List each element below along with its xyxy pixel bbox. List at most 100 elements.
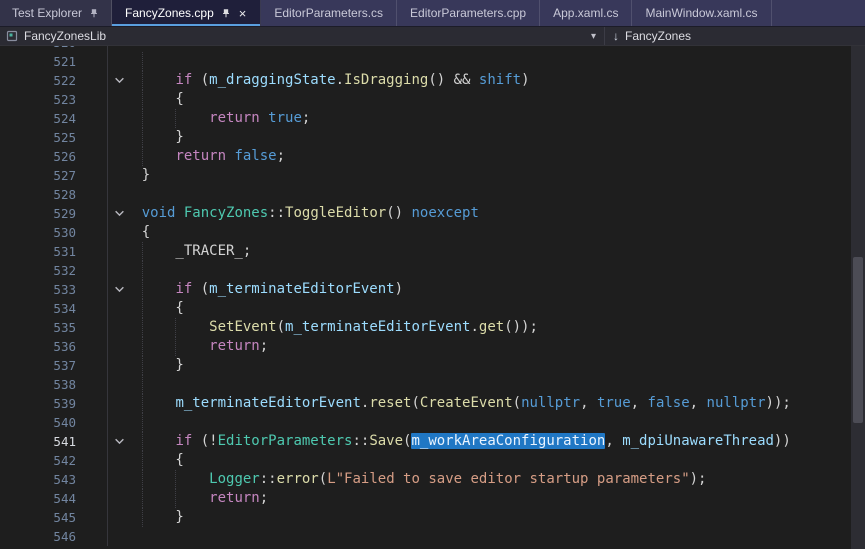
tab-fancyzones-cpp[interactable]: FancyZones.cpp× <box>112 0 261 26</box>
breakpoint-gutter[interactable] <box>76 204 108 223</box>
breakpoint-gutter[interactable] <box>76 356 108 375</box>
code-line-521[interactable]: 521 <box>0 52 865 71</box>
code-text[interactable]: Logger::error(L"Failed to save editor st… <box>108 470 865 489</box>
line-number[interactable]: 521 <box>0 52 76 71</box>
line-number[interactable]: 523 <box>0 90 76 109</box>
code-line-522[interactable]: 522 if (m_draggingState.IsDragging() && … <box>0 71 865 90</box>
code-text[interactable]: void FancyZones::ToggleEditor() noexcept <box>108 204 865 223</box>
breakpoint-gutter[interactable] <box>76 299 108 318</box>
code-text[interactable] <box>108 375 865 394</box>
tab-mainwindow-xaml-cs[interactable]: MainWindow.xaml.cs <box>632 0 771 26</box>
breakpoint-gutter[interactable] <box>76 413 108 432</box>
code-text[interactable]: } <box>108 508 865 527</box>
code-line-527[interactable]: 527 } <box>0 166 865 185</box>
tab-app-xaml-cs[interactable]: App.xaml.cs <box>540 0 632 26</box>
vertical-scrollbar[interactable] <box>851 46 865 549</box>
breakpoint-gutter[interactable] <box>76 508 108 527</box>
code-line-539[interactable]: 539 m_terminateEditorEvent.reset(CreateE… <box>0 394 865 413</box>
code-line-532[interactable]: 532 <box>0 261 865 280</box>
code-text[interactable] <box>108 261 865 280</box>
breakpoint-gutter[interactable] <box>76 451 108 470</box>
code-line-524[interactable]: 524 return true; <box>0 109 865 128</box>
fold-chevron-icon[interactable] <box>114 208 125 219</box>
breakpoint-gutter[interactable] <box>76 90 108 109</box>
code-text[interactable]: SetEvent(m_terminateEditorEvent.get()); <box>108 318 865 337</box>
code-line-533[interactable]: 533 if (m_terminateEditorEvent) <box>0 280 865 299</box>
line-number[interactable]: 530 <box>0 223 76 242</box>
line-number[interactable]: 546 <box>0 527 76 546</box>
line-number[interactable]: 525 <box>0 128 76 147</box>
code-text[interactable]: if (m_draggingState.IsDragging() && shif… <box>108 71 865 90</box>
scrollbar-thumb[interactable] <box>853 257 863 423</box>
code-editor[interactable]: 520521522 if (m_draggingState.IsDragging… <box>0 46 865 549</box>
fold-chevron-icon[interactable] <box>114 436 125 447</box>
breakpoint-gutter[interactable] <box>76 527 108 546</box>
code-text[interactable]: if (!EditorParameters::Save(m_workAreaCo… <box>108 432 865 451</box>
breakpoint-gutter[interactable] <box>76 242 108 261</box>
breakpoint-gutter[interactable] <box>76 432 108 451</box>
code-line-526[interactable]: 526 return false; <box>0 147 865 166</box>
code-line-528[interactable]: 528 <box>0 185 865 204</box>
tab-editorparameters-cs[interactable]: EditorParameters.cs <box>261 0 397 26</box>
code-text[interactable]: } <box>108 128 865 147</box>
close-icon[interactable]: × <box>238 7 248 20</box>
line-number[interactable]: 534 <box>0 299 76 318</box>
breakpoint-gutter[interactable] <box>76 489 108 508</box>
line-number[interactable]: 544 <box>0 489 76 508</box>
code-line-543[interactable]: 543 Logger::error(L"Failed to save edito… <box>0 470 865 489</box>
pin-icon[interactable] <box>221 8 231 19</box>
line-number[interactable]: 540 <box>0 413 76 432</box>
line-number[interactable]: 522 <box>0 71 76 90</box>
code-line-542[interactable]: 542 { <box>0 451 865 470</box>
fold-chevron-icon[interactable] <box>114 284 125 295</box>
line-number[interactable]: 535 <box>0 318 76 337</box>
tab-test-explorer[interactable]: Test Explorer <box>0 0 112 26</box>
pin-icon[interactable] <box>89 8 99 19</box>
code-text[interactable]: return; <box>108 337 865 356</box>
code-line-534[interactable]: 534 { <box>0 299 865 318</box>
breakpoint-gutter[interactable] <box>76 166 108 185</box>
code-line-540[interactable]: 540 <box>0 413 865 432</box>
line-number[interactable]: 539 <box>0 394 76 413</box>
breakpoint-gutter[interactable] <box>76 261 108 280</box>
code-line-536[interactable]: 536 return; <box>0 337 865 356</box>
code-text[interactable] <box>108 413 865 432</box>
code-line-535[interactable]: 535 SetEvent(m_terminateEditorEvent.get(… <box>0 318 865 337</box>
line-number[interactable]: 526 <box>0 147 76 166</box>
code-line-525[interactable]: 525 } <box>0 128 865 147</box>
code-text[interactable] <box>108 52 865 71</box>
breakpoint-gutter[interactable] <box>76 185 108 204</box>
line-number[interactable]: 532 <box>0 261 76 280</box>
code-line-531[interactable]: 531 _TRACER_; <box>0 242 865 261</box>
code-line-546[interactable]: 546 <box>0 527 865 546</box>
code-text[interactable]: { <box>108 299 865 318</box>
code-text[interactable]: return; <box>108 489 865 508</box>
code-text[interactable]: { <box>108 90 865 109</box>
code-line-544[interactable]: 544 return; <box>0 489 865 508</box>
fold-chevron-icon[interactable] <box>114 75 125 86</box>
breakpoint-gutter[interactable] <box>76 470 108 489</box>
line-number[interactable]: 527 <box>0 166 76 185</box>
code-text[interactable]: return true; <box>108 109 865 128</box>
line-number[interactable]: 528 <box>0 185 76 204</box>
code-text[interactable]: return false; <box>108 147 865 166</box>
breakpoint-gutter[interactable] <box>76 394 108 413</box>
line-number[interactable]: 537 <box>0 356 76 375</box>
code-line-541[interactable]: 541 if (!EditorParameters::Save(m_workAr… <box>0 432 865 451</box>
breakpoint-gutter[interactable] <box>76 337 108 356</box>
project-dropdown[interactable]: FancyZonesLib ▾ <box>0 27 604 45</box>
code-text[interactable]: m_terminateEditorEvent.reset(CreateEvent… <box>108 394 865 413</box>
code-text[interactable] <box>108 527 865 546</box>
code-text[interactable] <box>108 185 865 204</box>
line-number[interactable]: 545 <box>0 508 76 527</box>
line-number[interactable]: 529 <box>0 204 76 223</box>
line-number[interactable]: 538 <box>0 375 76 394</box>
tab-editorparameters-cpp[interactable]: EditorParameters.cpp <box>397 0 540 26</box>
breakpoint-gutter[interactable] <box>76 223 108 242</box>
breakpoint-gutter[interactable] <box>76 375 108 394</box>
breakpoint-gutter[interactable] <box>76 109 108 128</box>
breakpoint-gutter[interactable] <box>76 71 108 90</box>
line-number[interactable]: 536 <box>0 337 76 356</box>
line-number[interactable]: 533 <box>0 280 76 299</box>
line-number[interactable]: 524 <box>0 109 76 128</box>
